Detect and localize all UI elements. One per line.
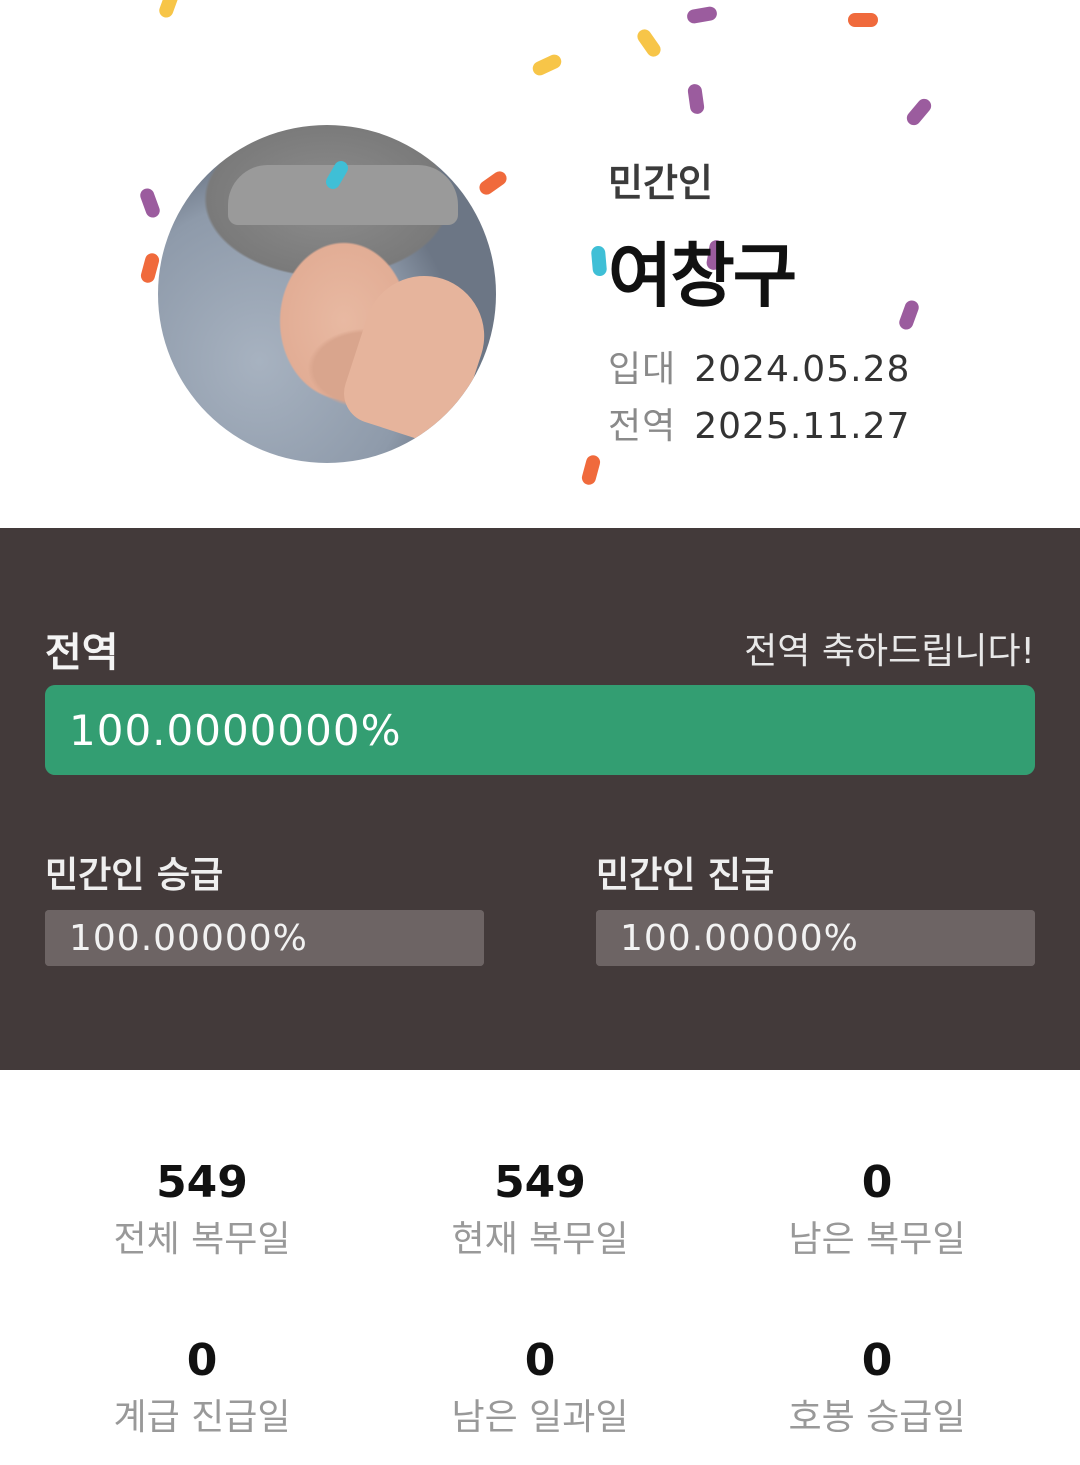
confetti-piece xyxy=(897,298,921,332)
confetti-piece xyxy=(848,13,878,27)
confetti-piece xyxy=(634,26,664,60)
stat-caption: 호봉 승급일 xyxy=(788,1397,966,1438)
rank-up-label: 민간인 진급 xyxy=(596,855,775,896)
discharge-progress-bar: 100.0000000% xyxy=(45,685,1035,775)
discharge-date: 2025.11.27 xyxy=(694,406,911,447)
confetti-piece xyxy=(686,5,718,25)
stat-caption: 계급 진급일 xyxy=(113,1397,291,1438)
discharge-label: 전역 xyxy=(608,406,677,447)
stat-current-service-days: 549 현재 복무일 xyxy=(390,1155,690,1263)
confetti-piece xyxy=(903,96,935,128)
stat-value: 0 xyxy=(186,1335,218,1386)
stat-remaining-service-days: 0 남은 복무일 xyxy=(727,1155,1027,1263)
status-label: 민간인 xyxy=(608,161,713,205)
stat-caption: 남은 일과일 xyxy=(451,1397,629,1438)
enlist-label: 입대 xyxy=(608,349,677,390)
stat-rank-promotion-day: 0 계급 진급일 xyxy=(52,1333,352,1441)
stat-caption: 현재 복무일 xyxy=(451,1219,629,1260)
stat-pay-grade-day: 0 호봉 승급일 xyxy=(727,1333,1027,1441)
confetti-piece xyxy=(530,52,564,78)
confetti-piece xyxy=(476,168,510,198)
confetti-piece xyxy=(590,245,608,277)
stat-value: 0 xyxy=(524,1335,556,1386)
stats-grid: 549 전체 복무일 549 현재 복무일 0 남은 복무일 0 계급 진급일 … xyxy=(0,1070,1080,1465)
rank-up-progress-text: 100.00000% xyxy=(620,918,859,959)
stat-value: 549 xyxy=(494,1157,586,1208)
confetti-piece xyxy=(138,186,162,220)
stat-remaining-work-days: 0 남은 일과일 xyxy=(390,1333,690,1441)
stat-value: 0 xyxy=(861,1157,893,1208)
enlist-date-row: 입대 2024.05.28 xyxy=(608,340,910,392)
stat-value: 0 xyxy=(861,1335,893,1386)
discharge-date-row: 전역 2025.11.27 xyxy=(608,397,910,449)
promotion-label: 민간인 승급 xyxy=(45,855,224,896)
confetti-piece xyxy=(580,453,602,487)
discharge-progress-text: 100.0000000% xyxy=(69,706,402,755)
enlist-date: 2024.05.28 xyxy=(694,349,911,390)
congrats-message: 전역 축하드립니다! xyxy=(744,631,1035,672)
avatar-hand xyxy=(336,260,496,450)
confetti-piece xyxy=(686,83,706,115)
user-name: 여창구 xyxy=(608,235,797,317)
stat-total-service-days: 549 전체 복무일 xyxy=(52,1155,352,1263)
confetti-piece xyxy=(139,251,161,285)
promotion-progress-bar: 100.00000% xyxy=(45,910,484,966)
profile-header: 민간인 여창구 입대 2024.05.28 전역 2025.11.27 xyxy=(0,0,1080,528)
stat-value: 549 xyxy=(156,1157,248,1208)
promotion-progress-text: 100.00000% xyxy=(69,918,308,959)
stat-caption: 전체 복무일 xyxy=(113,1219,291,1260)
progress-title: 전역 xyxy=(45,630,119,676)
rank-up-progress-bar: 100.00000% xyxy=(596,910,1035,966)
progress-panel: 전역 전역 축하드립니다! 100.0000000% 민간인 승급 100.00… xyxy=(0,528,1080,1070)
confetti-piece xyxy=(157,0,181,20)
stat-caption: 남은 복무일 xyxy=(788,1219,966,1260)
